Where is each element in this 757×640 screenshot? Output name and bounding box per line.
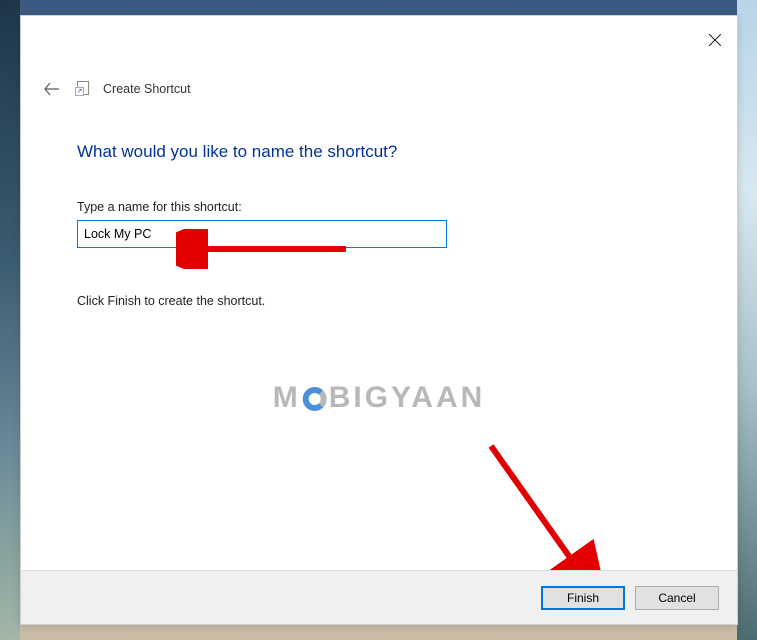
instruction-text: Click Finish to create the shortcut. bbox=[77, 294, 681, 308]
watermark-o-icon bbox=[303, 387, 327, 411]
bg-left bbox=[0, 0, 20, 640]
create-shortcut-dialog: Create Shortcut What would you like to n… bbox=[20, 15, 738, 625]
watermark-prefix: M bbox=[273, 381, 301, 414]
dialog-footer: Finish Cancel bbox=[21, 570, 737, 624]
close-icon bbox=[709, 34, 721, 46]
annotation-arrow-finish bbox=[481, 436, 601, 586]
input-label: Type a name for this shortcut: bbox=[77, 200, 681, 214]
watermark: M BIGYAAN bbox=[273, 381, 486, 415]
shortcut-name-input[interactable] bbox=[77, 220, 447, 248]
titlebar bbox=[21, 16, 737, 76]
close-button[interactable] bbox=[705, 30, 725, 50]
finish-button[interactable]: Finish bbox=[541, 586, 625, 610]
header-row: Create Shortcut bbox=[43, 80, 191, 98]
bg-right bbox=[737, 0, 757, 640]
back-arrow-icon bbox=[44, 82, 60, 96]
dialog-title: Create Shortcut bbox=[103, 82, 191, 96]
shortcut-icon bbox=[75, 81, 89, 97]
watermark-suffix: BIGYAAN bbox=[329, 381, 486, 414]
back-button[interactable] bbox=[43, 80, 61, 98]
cancel-button[interactable]: Cancel bbox=[635, 586, 719, 610]
question-heading: What would you like to name the shortcut… bbox=[77, 142, 681, 162]
content-area: What would you like to name the shortcut… bbox=[77, 142, 681, 308]
